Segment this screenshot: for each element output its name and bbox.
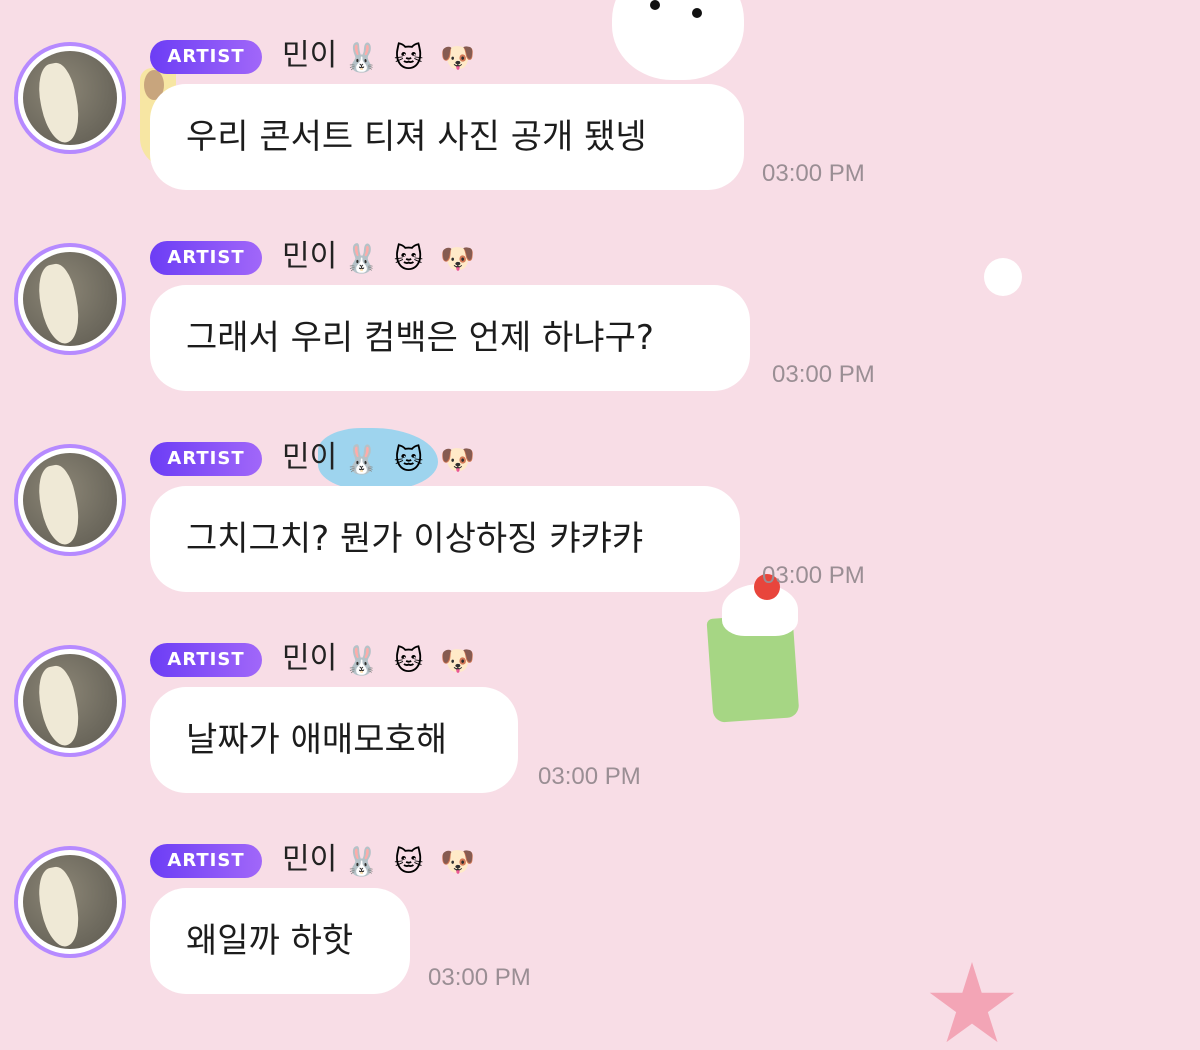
message-timestamp: 03:00 PM	[538, 763, 641, 790]
chat-message: ARTIST 민이 🐰 🐱 🐶 그치그치? 뭔가 이상하징 캬캬캬 03:00 …	[0, 440, 1200, 622]
message-bubble[interactable]: 그래서 우리 컴백은 언제 하냐구?	[150, 285, 750, 391]
dog-emoji: 🐶	[440, 845, 475, 878]
message-timestamp: 03:00 PM	[762, 160, 865, 187]
dog-emoji: 🐶	[440, 443, 475, 476]
avatar[interactable]	[14, 243, 126, 355]
rabbit-emoji: 🐰	[344, 845, 379, 878]
cat-emoji: 🐱	[394, 41, 424, 74]
sender-name[interactable]: 민이	[282, 639, 337, 679]
chat-message: ARTIST 민이 🐰 🐱 🐶 왜일까 하핫 03:00 PM	[0, 842, 1200, 1024]
dog-emoji: 🐶	[440, 242, 475, 275]
cat-emoji: 🐱	[394, 443, 424, 476]
message-bubble[interactable]: 왜일까 하핫	[150, 888, 410, 994]
avatar[interactable]	[14, 42, 126, 154]
bunny-eye-left	[650, 0, 660, 10]
cat-emoji: 🐱	[394, 644, 424, 677]
avatar[interactable]	[14, 846, 126, 958]
artist-badge: ARTIST	[150, 40, 262, 74]
artist-badge: ARTIST	[150, 643, 262, 677]
message-bubble[interactable]: 날짜가 애매모호해	[150, 687, 518, 793]
rabbit-emoji: 🐰	[344, 443, 379, 476]
message-timestamp: 03:00 PM	[762, 562, 865, 589]
message-timestamp: 03:00 PM	[772, 361, 875, 388]
sender-name[interactable]: 민이	[282, 438, 337, 478]
sender-name[interactable]: 민이	[282, 237, 337, 277]
chat-message: ARTIST 민이 🐰 🐱 🐶 그래서 우리 컴백은 언제 하냐구? 03:00…	[0, 239, 1200, 421]
chat-message: ARTIST 민이 🐰 🐱 🐶 우리 콘서트 티져 사진 공개 됐넹 03:00…	[0, 38, 1200, 220]
avatar[interactable]	[14, 645, 126, 757]
rabbit-emoji: 🐰	[344, 644, 379, 677]
sender-name[interactable]: 민이	[282, 36, 337, 76]
chat-message: ARTIST 민이 🐰 🐱 🐶 날짜가 애매모호해 03:00 PM	[0, 641, 1200, 823]
message-bubble[interactable]: 우리 콘서트 티져 사진 공개 됐넹	[150, 84, 744, 190]
artist-badge: ARTIST	[150, 844, 262, 878]
dog-emoji: 🐶	[440, 41, 475, 74]
message-timestamp: 03:00 PM	[428, 964, 531, 991]
dog-emoji: 🐶	[440, 644, 475, 677]
cat-emoji: 🐱	[394, 242, 424, 275]
cat-emoji: 🐱	[394, 845, 424, 878]
bunny-eye-right	[692, 8, 702, 18]
artist-badge: ARTIST	[150, 442, 262, 476]
avatar[interactable]	[14, 444, 126, 556]
rabbit-emoji: 🐰	[344, 41, 379, 74]
message-bubble[interactable]: 그치그치? 뭔가 이상하징 캬캬캬	[150, 486, 740, 592]
artist-badge: ARTIST	[150, 241, 262, 275]
rabbit-emoji: 🐰	[344, 242, 379, 275]
sender-name[interactable]: 민이	[282, 840, 337, 880]
